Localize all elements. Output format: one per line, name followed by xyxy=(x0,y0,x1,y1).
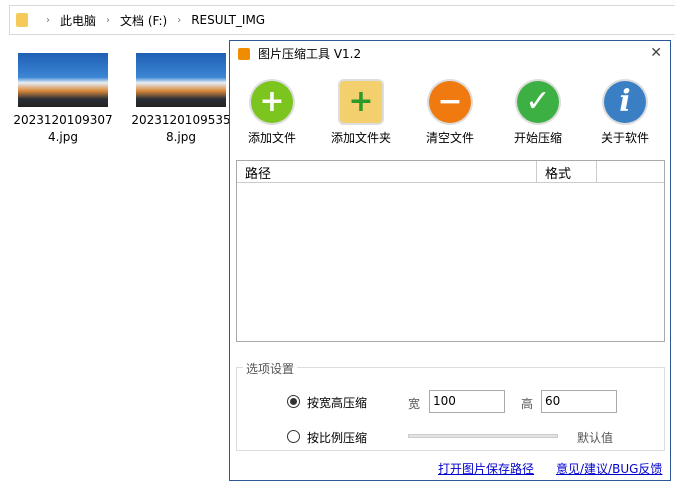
chevron-icon: › xyxy=(106,14,111,26)
chevron-icon: › xyxy=(177,14,182,26)
add-file-button[interactable]: + 添加文件 xyxy=(232,81,312,146)
file-list[interactable]: 路径 格式 xyxy=(236,160,665,342)
default-label: 默认值 xyxy=(577,431,614,445)
width-label: 宽 xyxy=(408,397,421,411)
file-name[interactable]: 2023120109535 8.jpg xyxy=(126,112,236,146)
breadcrumb-folder[interactable]: RESULT_IMG xyxy=(191,13,265,27)
label: 开始压缩 xyxy=(513,131,562,145)
add-folder-button[interactable]: + 添加文件夹 xyxy=(321,81,401,146)
app-icon xyxy=(238,47,250,60)
column-path[interactable]: 路径 xyxy=(237,161,537,182)
column-format[interactable]: 格式 xyxy=(537,161,597,182)
start-compress-button[interactable]: ✓ 开始压缩 xyxy=(498,81,578,146)
label: 添加文件 xyxy=(247,131,296,145)
close-icon[interactable]: ✕ xyxy=(650,45,662,61)
minus-icon: − xyxy=(429,81,471,123)
info-icon: i xyxy=(604,81,646,123)
dialog-title: 图片压缩工具 V1.2 xyxy=(258,47,362,61)
file-name[interactable]: 2023120109307 4.jpg xyxy=(8,112,118,146)
height-input[interactable]: 60 xyxy=(541,390,617,413)
label: 关于软件 xyxy=(600,131,649,145)
by-size-label[interactable]: 按宽高压缩 xyxy=(307,394,367,411)
breadcrumb-drive[interactable]: 文档 (F:) xyxy=(120,12,167,29)
open-save-path-link[interactable]: 打开图片保存路径 xyxy=(438,460,534,477)
plus-icon: + xyxy=(251,81,293,123)
folder-plus-icon: + xyxy=(340,81,382,123)
breadcrumb-this-pc[interactable]: 此电脑 xyxy=(60,12,96,29)
clear-files-button[interactable]: − 清空文件 xyxy=(410,81,490,146)
label: 添加文件夹 xyxy=(330,131,391,145)
by-size-radio[interactable] xyxy=(287,395,300,408)
chevron-icon: › xyxy=(46,14,50,26)
file-thumbnail[interactable] xyxy=(18,53,108,107)
file-thumbnail[interactable] xyxy=(136,53,226,107)
folder-icon xyxy=(16,13,28,27)
ratio-slider[interactable] xyxy=(408,434,558,438)
title-bar: 图片压缩工具 V1.2 xyxy=(230,41,670,66)
feedback-link[interactable]: 意见/建议/BUG反馈 xyxy=(556,460,662,477)
height-label: 高 xyxy=(521,397,534,411)
about-button[interactable]: i 关于软件 xyxy=(585,81,665,146)
by-ratio-radio[interactable] xyxy=(287,430,300,443)
check-icon: ✓ xyxy=(517,81,559,123)
label: 清空文件 xyxy=(425,131,474,145)
options-label: 选项设置 xyxy=(243,360,298,377)
compress-dialog: 图片压缩工具 V1.2 ✕ + 添加文件 + 添加文件夹 − 清空文件 ✓ 开始压缩 i… xyxy=(229,40,671,481)
address-bar[interactable]: › 此电脑 › 文档 (F:) › RESULT_IMG xyxy=(9,5,675,35)
width-input[interactable]: 100 xyxy=(429,390,505,413)
by-ratio-label[interactable]: 按比例压缩 xyxy=(307,429,367,446)
options-group: 选项设置 按宽高压缩 宽 100 高 60 按比例压缩 默认值 xyxy=(236,360,665,451)
